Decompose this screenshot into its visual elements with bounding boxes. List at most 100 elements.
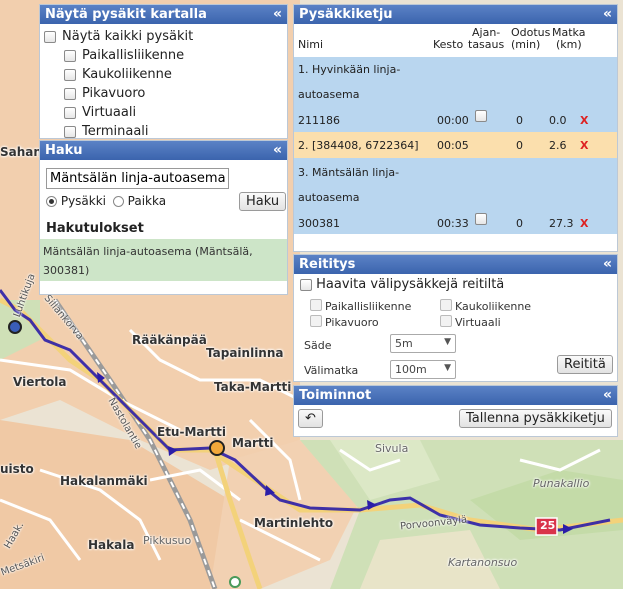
chevron-down-icon: ▼: [444, 337, 451, 347]
place-label: Taka-Martti: [214, 380, 292, 394]
stop-chain-title: Pysäkkiketju: [299, 7, 393, 22]
search-input[interactable]: [46, 168, 229, 189]
stop-wait: 0: [516, 114, 523, 127]
col-duration: Kesto: [433, 38, 464, 51]
radio-place-label: Paikka: [127, 194, 167, 208]
radio-stop[interactable]: [46, 196, 57, 207]
delete-stop-icon[interactable]: X: [580, 140, 588, 152]
stop-chain-row[interactable]: 2. [384408, 6722364] 00:05 0 2.6 X: [294, 132, 617, 158]
functions-panel: Toiminnot « ↶ Tallenna pysäkkiketju: [293, 385, 618, 437]
stop-chain-row[interactable]: 3. Mäntsälän linja- autoasema 300381 00:…: [294, 158, 617, 234]
routing-type-label: Kaukoliikenne: [455, 300, 532, 313]
routing-type-checkbox[interactable]: [310, 299, 322, 311]
route-button[interactable]: Reititä: [557, 355, 613, 374]
interval-label: Välimatka: [304, 364, 359, 377]
delete-stop-icon[interactable]: X: [580, 218, 588, 230]
show-all-stops-row[interactable]: Näytä kaikki pysäkit: [44, 27, 287, 46]
timing-checkbox[interactable]: [475, 110, 487, 122]
stop-distance: 2.6: [549, 139, 567, 152]
place-label: Viertola: [13, 375, 67, 389]
routing-panel-header: Reititys «: [294, 255, 617, 274]
stop-duration: 00:05: [437, 139, 469, 152]
stops-panel-title: Näytä pysäkit kartalla: [45, 7, 207, 22]
stop-duration: 00:00: [437, 114, 469, 127]
search-result-item[interactable]: Mäntsälän linja-autoasema (Mäntsälä, 300…: [40, 239, 287, 281]
stop-type-long-distance-row[interactable]: Kaukoliikenne: [64, 65, 287, 84]
collapse-icon[interactable]: «: [603, 256, 612, 272]
stop-wait: 0: [516, 139, 523, 152]
stops-on-map-panel: Näytä pysäkit kartalla « Näytä kaikki py…: [39, 4, 288, 139]
stop-type-local-row[interactable]: Paikallisliikenne: [64, 46, 287, 65]
routing-type-label: Paikallisliikenne: [325, 300, 412, 313]
stop-chain-row[interactable]: 1. Hyvinkään linja- autoasema 211186 00:…: [294, 57, 617, 132]
result-line: 300381): [43, 264, 90, 277]
stop-type-checkbox[interactable]: [64, 87, 76, 100]
undo-button[interactable]: ↶: [298, 409, 323, 428]
save-stop-chain-button[interactable]: Tallenna pysäkkiketju: [459, 409, 612, 428]
stop-code: 211186: [298, 114, 340, 127]
stop-type-checkbox[interactable]: [64, 106, 76, 119]
stop-name: 3. Mäntsälän linja-: [298, 166, 400, 179]
place-label: Martinlehto: [254, 516, 334, 530]
place-label: Punakallio: [533, 477, 590, 490]
stop-wait: 0: [516, 217, 523, 230]
stop-type-checkbox[interactable]: [64, 125, 76, 138]
stop-marker-3: [229, 576, 241, 588]
place-label: Sahan: [0, 145, 42, 159]
radius-label: Säde: [304, 339, 332, 352]
routing-type-label: Virtuaali: [455, 316, 501, 329]
routing-panel-title: Reititys: [299, 257, 356, 272]
stop-name: autoasema: [298, 191, 360, 204]
avoid-stops-checkbox[interactable]: [300, 278, 312, 291]
stop-type-label: Pikavuoro: [82, 86, 146, 101]
col-distance-2: (km): [556, 38, 582, 51]
place-label: uisto: [0, 462, 34, 476]
search-panel-header: Haku «: [40, 141, 287, 160]
functions-panel-title: Toiminnot: [299, 388, 372, 403]
show-all-stops-checkbox[interactable]: [44, 30, 56, 43]
stop-chain-table-header: Nimi Kesto Ajan- tasaus Odotus (min) Mat…: [294, 25, 617, 57]
road-number-badge: 25: [540, 519, 556, 532]
col-timing-2: tasaus: [468, 38, 505, 51]
stop-type-checkbox[interactable]: [64, 68, 76, 81]
results-heading: Hakutulokset: [46, 221, 144, 236]
place-label: Hakala: [88, 538, 135, 552]
routing-type-checkbox[interactable]: [440, 315, 452, 327]
stop-distance: 27.3: [549, 217, 574, 230]
interval-select[interactable]: 100m ▼: [390, 360, 456, 379]
collapse-icon[interactable]: «: [603, 387, 612, 403]
stop-type-label: Virtuaali: [82, 105, 137, 120]
stop-type-virtual-row[interactable]: Virtuaali: [64, 103, 287, 122]
collapse-icon[interactable]: «: [273, 142, 282, 158]
routing-panel: Reititys « Haavita välipysäkkejä reitilt…: [293, 254, 618, 382]
avoid-stops-label: Haavita välipysäkkejä reitiltä: [316, 277, 505, 292]
stop-duration: 00:33: [437, 217, 469, 230]
stops-panel-header: Näytä pysäkit kartalla «: [40, 5, 287, 24]
undo-icon: ↶: [305, 411, 316, 426]
routing-type-label: Pikavuoro: [325, 316, 379, 329]
delete-stop-icon[interactable]: X: [580, 115, 588, 127]
stop-type-terminal-row[interactable]: Terminaali: [64, 122, 287, 141]
place-label: Kartanonsuo: [448, 556, 518, 569]
search-panel: Haku « Pysäkki Paikka Haku Hakutulokset …: [39, 140, 288, 295]
routing-type-checkbox[interactable]: [440, 299, 452, 311]
stop-name: autoasema: [298, 88, 360, 101]
stop-name: 2. [384408, 6722364]: [298, 139, 419, 152]
radius-select[interactable]: 5m ▼: [390, 334, 456, 353]
chevron-down-icon: ▼: [444, 363, 451, 373]
radio-place[interactable]: [112, 196, 124, 207]
timing-checkbox[interactable]: [475, 213, 487, 225]
routing-type-checkbox[interactable]: [310, 315, 322, 327]
search-button[interactable]: Haku: [239, 192, 287, 211]
stop-type-checkbox[interactable]: [64, 49, 76, 62]
place-label: Rääkänpää: [132, 333, 207, 347]
interval-value: 100m: [395, 363, 427, 376]
search-panel-title: Haku: [45, 143, 83, 158]
stop-distance: 0.0: [549, 114, 567, 127]
collapse-icon[interactable]: «: [603, 6, 612, 22]
stop-type-express-row[interactable]: Pikavuoro: [64, 84, 287, 103]
functions-panel-header: Toiminnot «: [294, 386, 617, 405]
col-name: Nimi: [298, 38, 324, 51]
show-all-stops-label: Näytä kaikki pysäkit: [62, 29, 194, 44]
collapse-icon[interactable]: «: [273, 6, 282, 22]
